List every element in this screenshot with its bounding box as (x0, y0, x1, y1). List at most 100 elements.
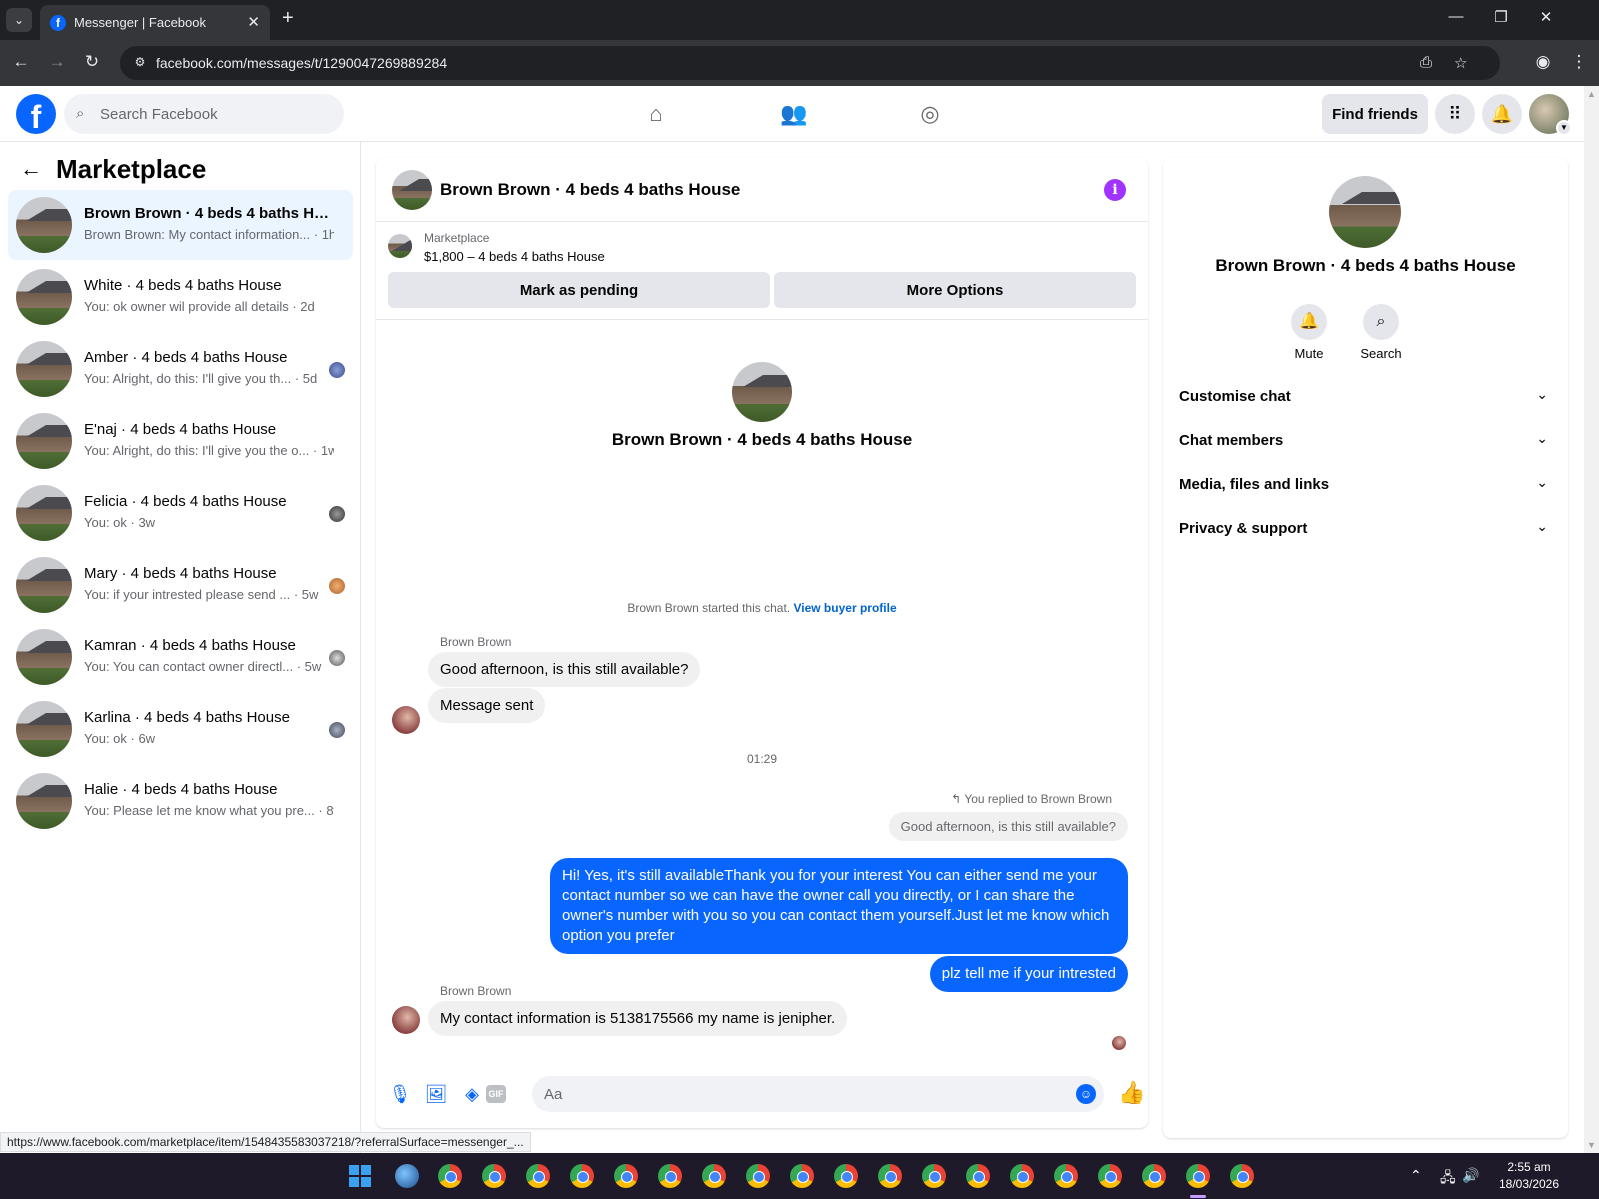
page-scrollbar[interactable]: ▲ ▼ (1584, 86, 1599, 1153)
chrome-profile-icon[interactable] (438, 1164, 462, 1188)
chrome-profile-icon[interactable] (790, 1164, 814, 1188)
conversation-item-amber[interactable]: Amber · 4 beds 4 baths House You: Alrigh… (8, 334, 353, 404)
chrome-profile-icon[interactable] (526, 1164, 550, 1188)
account-avatar[interactable]: ▼ (1529, 94, 1572, 136)
taskbar-clock[interactable]: 2:55 am 18/03/2026 (1490, 1159, 1568, 1193)
minimize-window-icon[interactable]: — (1446, 8, 1466, 25)
chrome-profile-icon[interactable] (570, 1164, 594, 1188)
chrome-profile-icon[interactable] (1010, 1164, 1034, 1188)
tab-search-chevron-icon[interactable]: ⌄ (6, 8, 32, 32)
profile-icon[interactable]: ◉ (1532, 52, 1554, 72)
sender-avatar[interactable] (392, 1006, 420, 1034)
microphone-icon[interactable]: 🎙 (388, 1082, 412, 1106)
chrome-profile-icon[interactable] (1142, 1164, 1166, 1188)
mute-bell-icon[interactable]: 🔔 (1291, 304, 1327, 340)
windows-taskbar: ⌃ 🖧 🔊 2:55 am 18/03/2026 (0, 1153, 1599, 1199)
conversation-item-kamran[interactable]: Kamran · 4 beds 4 baths House You: You c… (8, 622, 353, 692)
chrome-profile-icon[interactable] (922, 1164, 946, 1188)
new-tab-plus-icon[interactable]: + (282, 7, 294, 30)
chrome-profile-icon[interactable] (878, 1164, 902, 1188)
chrome-profile-icon[interactable] (746, 1164, 770, 1188)
info-icon[interactable]: i (1104, 179, 1126, 201)
conversation-item-karlina[interactable]: Karlina · 4 beds 4 baths House You: ok ·… (8, 694, 353, 764)
back-arrow-icon[interactable]: ← (20, 156, 42, 182)
groups-icon[interactable]: ◎ (914, 98, 946, 130)
facebook-search[interactable]: ⌕ (64, 94, 344, 134)
section-media-files-links[interactable]: Media, files and links ⌄ (1179, 464, 1552, 508)
chrome-profile-icon[interactable] (702, 1164, 726, 1188)
listing-price[interactable]: $1,800 – 4 beds 4 baths House (424, 249, 605, 264)
section-chat-members[interactable]: Chat members ⌄ (1179, 420, 1552, 464)
address-bar[interactable]: ⚙ facebook.com/messages/t/12900472698892… (120, 46, 1500, 80)
chrome-profile-icon[interactable] (966, 1164, 990, 1188)
chrome-menu-icon[interactable]: ⋮ (1568, 52, 1590, 72)
chrome-profile-icon[interactable] (1230, 1164, 1254, 1188)
mark-as-pending-button[interactable]: Mark as pending (388, 272, 770, 308)
thumbs-up-like-icon[interactable]: 👍 (1118, 1080, 1145, 1106)
browser-app-icon[interactable] (395, 1164, 419, 1188)
conversation-name: Brown Brown · 4 beds 4 baths House (611, 430, 913, 449)
home-icon[interactable]: ⌂ (640, 98, 672, 130)
facebook-logo-icon[interactable]: f (16, 94, 56, 134)
section-title: Privacy & support (1179, 520, 1308, 537)
more-options-button[interactable]: More Options (774, 272, 1136, 308)
volume-icon[interactable]: 🔊 (1462, 1167, 1479, 1184)
bookmark-star-icon[interactable]: ☆ (1454, 54, 1467, 72)
sender-avatar[interactable] (392, 706, 420, 734)
reload-icon[interactable]: ↻ (81, 52, 103, 72)
chrome-profile-icon[interactable] (1054, 1164, 1078, 1188)
close-window-icon[interactable]: ✕ (1536, 8, 1556, 26)
find-friends-button[interactable]: Find friends (1322, 94, 1428, 134)
scroll-up-arrow-icon[interactable]: ▲ (1587, 89, 1596, 99)
conversation-item-brown[interactable]: Brown Brown · 4 beds 4 baths House Brown… (8, 190, 353, 260)
search-input[interactable] (100, 94, 330, 134)
windows-start-icon[interactable] (349, 1165, 371, 1187)
mute-action[interactable]: 🔔 Mute (1279, 304, 1339, 361)
restore-window-icon[interactable]: ❐ (1491, 8, 1511, 26)
menu-grid-icon[interactable]: ⠿ (1435, 94, 1475, 134)
friends-icon[interactable]: 👥 (778, 98, 810, 130)
notifications-bell-icon[interactable]: 🔔 (1482, 94, 1522, 134)
photo-attach-icon[interactable]: 🖼 (424, 1082, 448, 1106)
chrome-profile-icon[interactable] (614, 1164, 638, 1188)
conversation-item-enaj[interactable]: E'naj · 4 beds 4 baths House You: Alrigh… (8, 406, 353, 476)
incoming-message[interactable]: Good afternoon, is this still available? (428, 652, 701, 687)
chrome-profile-icon[interactable] (1098, 1164, 1122, 1188)
gif-icon[interactable]: GIF (486, 1085, 506, 1103)
section-customise-chat[interactable]: Customise chat ⌄ (1179, 376, 1552, 420)
back-arrow-icon[interactable]: ← (10, 52, 32, 72)
info-avatar[interactable] (1329, 176, 1401, 248)
browser-tab-messenger[interactable]: f Messenger | Facebook ✕ (40, 5, 270, 40)
chrome-profile-icon[interactable] (658, 1164, 682, 1188)
network-icon[interactable]: 🖧 (1440, 1167, 1456, 1191)
chrome-profile-icon[interactable] (482, 1164, 506, 1188)
search-icon[interactable]: ⌕ (1363, 304, 1399, 340)
outgoing-message[interactable]: plz tell me if your intrested (929, 956, 1128, 992)
site-info-icon[interactable]: ⚙ (132, 55, 148, 71)
message-input-box[interactable]: ☺ (532, 1076, 1104, 1112)
section-privacy-support[interactable]: Privacy & support ⌄ (1179, 508, 1552, 552)
conversation-item-felicia[interactable]: Felicia · 4 beds 4 baths House You: ok ·… (8, 478, 353, 548)
quoted-message[interactable]: Good afternoon, is this still available? (888, 812, 1128, 841)
sticker-icon[interactable]: ◈ (460, 1082, 484, 1106)
chat-header-avatar[interactable] (392, 170, 432, 210)
forward-arrow-icon[interactable]: → (46, 52, 68, 72)
conversation-item-mary[interactable]: Mary · 4 beds 4 baths House You: if your… (8, 550, 353, 620)
listing-thumbnail[interactable] (388, 234, 412, 258)
emoji-icon[interactable]: ☺ (1076, 1084, 1096, 1104)
conversation-item-halie[interactable]: Halie · 4 beds 4 baths House You: Please… (8, 766, 353, 836)
conversation-item-white[interactable]: White · 4 beds 4 baths House You: ok own… (8, 262, 353, 332)
incoming-message[interactable]: Message sent (428, 688, 546, 723)
install-app-icon[interactable]: ⎙ (1420, 54, 1432, 71)
tab-close-icon[interactable]: ✕ (247, 13, 260, 31)
incoming-message[interactable]: My contact information is 5138175566 my … (428, 1001, 848, 1036)
outgoing-message[interactable]: Hi! Yes, it's still availableThank you f… (550, 858, 1128, 954)
chrome-profile-icon[interactable] (834, 1164, 858, 1188)
scroll-down-arrow-icon[interactable]: ▼ (1587, 1140, 1596, 1150)
message-input[interactable] (544, 1076, 1044, 1112)
tray-chevron-up-icon[interactable]: ⌃ (1410, 1167, 1422, 1184)
view-buyer-profile-link[interactable]: View buyer profile (793, 601, 896, 615)
search-action[interactable]: ⌕ Search (1351, 304, 1411, 361)
chat-title[interactable]: Brown Brown · 4 beds 4 baths House (440, 180, 740, 200)
chrome-profile-icon-active[interactable] (1186, 1164, 1210, 1188)
